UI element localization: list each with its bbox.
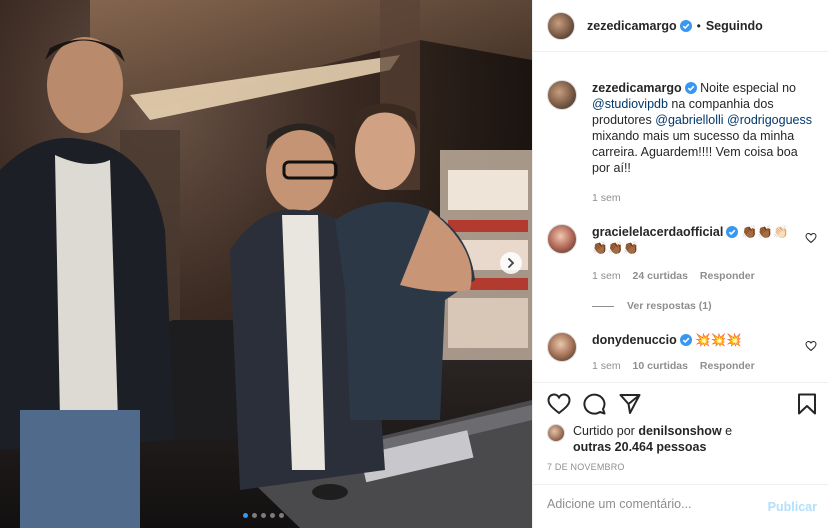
mention-link[interactable]: @rodrigoguess (727, 113, 812, 127)
commenter-avatar[interactable] (547, 224, 577, 254)
verified-icon (679, 334, 692, 346)
carousel-dot (252, 513, 257, 518)
heart-icon[interactable] (547, 393, 571, 415)
likes-others[interactable]: outras 20.464 pessoas (573, 440, 706, 454)
comment-time[interactable]: 1 sem (592, 360, 621, 372)
next-arrow-icon (508, 258, 515, 268)
carousel-indicator (243, 513, 284, 518)
view-replies-button[interactable]: Ver respostas (1) (592, 300, 817, 312)
caption-meta: 1 sem (592, 192, 817, 204)
liker-avatar[interactable] (547, 424, 565, 442)
comment-body: 💥💥💥 (695, 333, 742, 347)
header-separator: • (696, 18, 701, 33)
liker-username[interactable]: denilsonshow (638, 424, 721, 438)
verified-icon (684, 82, 697, 94)
comment-likes[interactable]: 24 curtidas (633, 270, 688, 282)
likes-text: Curtido por denilsonshow e outras 20.464… (573, 423, 732, 455)
reply-button[interactable]: Responder (700, 360, 755, 372)
like-comment-heart-icon[interactable] (805, 340, 817, 352)
bookmark-icon[interactable] (797, 393, 817, 415)
comments-list[interactable]: zezedicamargo Noite especial no @studiov… (533, 70, 828, 382)
following-button[interactable]: Seguindo (706, 19, 763, 33)
add-comment-bar: Publicar (533, 484, 828, 528)
comment-text: gracielelacerdaofficial 👏🏾👏🏾👏🏻👏🏾👏🏾👏🏾 (592, 224, 795, 256)
reply-button[interactable]: Responder (700, 270, 755, 282)
publish-button[interactable]: Publicar (768, 500, 817, 514)
comment-item: donydenuccio 💥💥💥 1 sem 10 curtidas Respo… (547, 332, 817, 372)
likes-summary: Curtido por denilsonshow e outras 20.464… (547, 423, 817, 455)
comment-item: gracielelacerdaofficial 👏🏾👏🏾👏🏻👏🏾👏🏾👏🏾 1 s… (547, 224, 817, 312)
post-caption: zezedicamargo Noite especial no @studiov… (547, 80, 817, 204)
post-photo[interactable] (0, 0, 532, 528)
post-header: zezedicamargo • Seguindo (533, 0, 828, 52)
view-replies-label: Ver respostas (1) (627, 300, 712, 312)
caption-avatar[interactable] (547, 80, 577, 110)
caption-text-part: Noite especial no (700, 81, 797, 95)
mention-link[interactable]: @studiovipdb (592, 97, 668, 111)
mention-link[interactable]: @gabriellolli (655, 113, 723, 127)
caption-author[interactable]: zezedicamargo (592, 81, 682, 95)
comment-likes[interactable]: 10 curtidas (633, 360, 688, 372)
verified-icon (726, 226, 739, 238)
caption-text: zezedicamargo Noite especial no @studiov… (592, 80, 817, 176)
comment-author[interactable]: donydenuccio (592, 333, 677, 347)
studio-photo-scene (0, 0, 532, 528)
action-bar (533, 382, 828, 422)
carousel-dot (243, 513, 248, 518)
comment-text: donydenuccio 💥💥💥 (592, 332, 817, 348)
share-icon[interactable] (619, 393, 641, 415)
carousel-dot (270, 513, 275, 518)
comment-author[interactable]: gracielelacerdaofficial (592, 225, 723, 239)
verified-icon (679, 19, 692, 32)
author-avatar[interactable] (547, 11, 575, 40)
likes-prefix: Curtido por (573, 424, 635, 438)
comment-input[interactable] (547, 497, 747, 511)
comment-meta: 1 sem 10 curtidas Responder (592, 360, 817, 372)
comment-meta: 1 sem 24 curtidas Responder (592, 270, 817, 282)
carousel-dot (279, 513, 284, 518)
post-sidebar: zezedicamargo • Seguindo zezedicamargo N… (532, 0, 828, 528)
next-photo-button[interactable] (500, 252, 522, 274)
author-username[interactable]: zezedicamargo (587, 19, 677, 33)
like-comment-heart-icon[interactable] (805, 232, 817, 244)
caption-text-part: mixando mais um sucesso da minha carreir… (592, 129, 798, 175)
caption-time[interactable]: 1 sem (592, 192, 621, 204)
replies-divider (592, 305, 614, 307)
comment-time[interactable]: 1 sem (592, 270, 621, 282)
likes-conj: e (725, 424, 733, 438)
comment-icon[interactable] (583, 393, 607, 415)
carousel-dot (261, 513, 266, 518)
post-date[interactable]: 7 DE NOVEMBRO (547, 462, 625, 472)
commenter-avatar[interactable] (547, 332, 577, 362)
